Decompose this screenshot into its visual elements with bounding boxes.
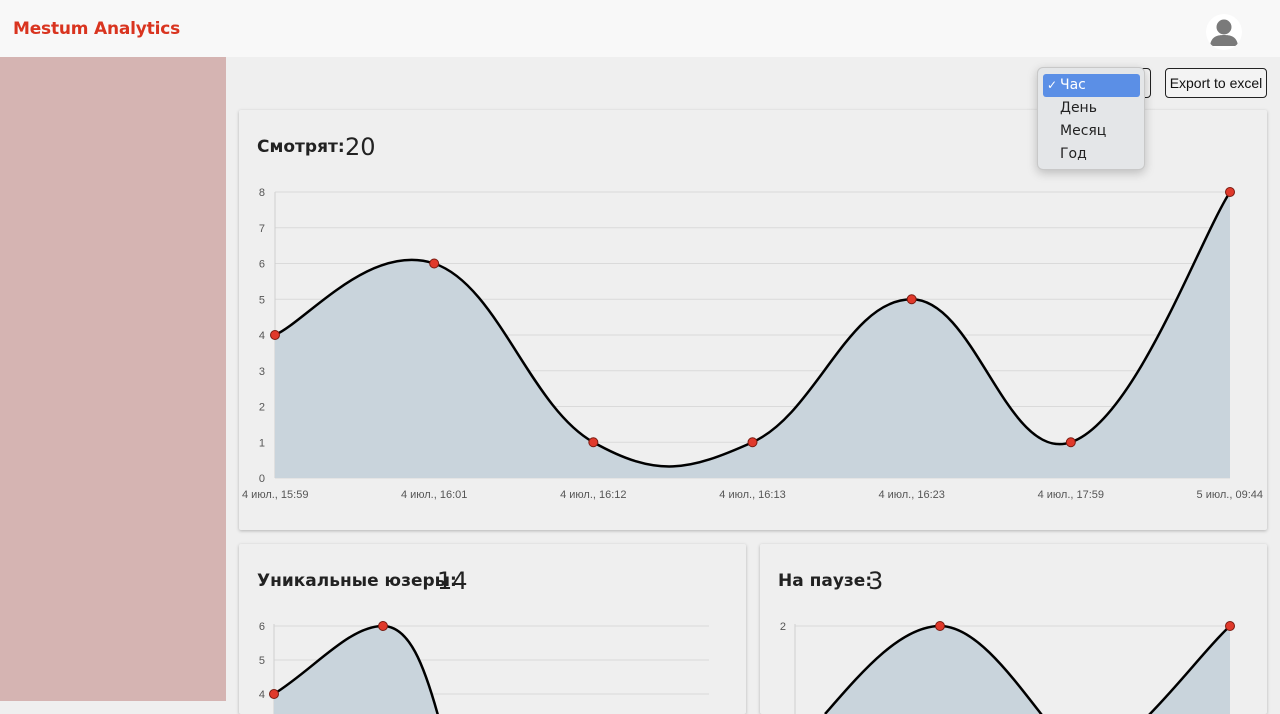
y-tick-label: 4: [259, 330, 265, 342]
y-tick-label: 5: [259, 655, 265, 667]
period-option-label: Год: [1060, 146, 1087, 162]
y-tick-label: 4: [259, 689, 265, 701]
data-point: [588, 437, 599, 448]
brand-logo[interactable]: Mestum Analytics: [13, 19, 180, 39]
period-option-hour[interactable]: ✓ Час: [1043, 74, 1140, 97]
data-point: [747, 437, 758, 448]
y-tick-label: 7: [259, 223, 265, 235]
export-excel-button[interactable]: Export to excel: [1165, 68, 1267, 98]
paused-card: На паузе: 3 2: [760, 544, 1267, 714]
checkmark-icon: ✓: [1047, 78, 1058, 92]
data-point: [269, 689, 279, 699]
period-option-month[interactable]: Месяц: [1043, 120, 1140, 143]
y-tick-label: 1: [259, 437, 265, 449]
paused-chart: 2: [780, 621, 1235, 714]
period-dropdown-menu: ✓ Час День Месяц Год: [1037, 67, 1145, 170]
watching-chart: 0 1 2 3 4 5 6 7 8 4 июл., 15:59 4 июл., 16:01 4 июл…: [242, 187, 1263, 501]
data-point: [935, 621, 945, 631]
top-bar: Mestum Analytics: [0, 0, 1280, 57]
y-tick-label: 8: [259, 187, 265, 199]
unique-users-card: Уникальные юзеры: 14 456: [239, 544, 746, 714]
y-tick-label: 6: [259, 621, 265, 633]
unique-users-chart: 4 5 6: [259, 621, 709, 714]
y-tick-label: 3: [259, 366, 265, 378]
data-point: [1065, 437, 1076, 448]
period-option-year[interactable]: Год: [1043, 143, 1140, 166]
data-point: [429, 258, 440, 269]
data-point: [1225, 621, 1235, 631]
data-point: [270, 330, 280, 340]
period-option-day[interactable]: День: [1043, 97, 1140, 120]
data-point: [906, 294, 917, 305]
data-point: [378, 621, 388, 631]
sidebar: [0, 57, 226, 701]
x-tick-label: 4 июл., 17:59: [1038, 489, 1104, 501]
y-tick-label: 6: [259, 259, 265, 271]
user-avatar-icon[interactable]: [1206, 14, 1242, 50]
x-tick-label: 4 июл., 15:59: [242, 489, 308, 501]
period-option-label: День: [1060, 100, 1097, 116]
user-silhouette-icon: [1210, 19, 1238, 46]
x-tick-label: 5 июл., 09:44: [1197, 489, 1263, 501]
y-tick-label: 5: [259, 294, 265, 306]
y-tick-label: 0: [259, 473, 265, 485]
watching-card: Смотрят: 20 0123456784 июл., 15:59 4 июл.…: [239, 110, 1267, 530]
data-point: [1225, 187, 1235, 197]
x-tick-label: 4 июл., 16:23: [878, 489, 944, 501]
period-option-label: Час: [1060, 77, 1086, 93]
y-tick-label: 2: [259, 402, 265, 414]
x-tick-label: 4 июл., 16:13: [719, 489, 785, 501]
x-tick-label: 4 июл., 16:12: [560, 489, 626, 501]
x-tick-label: 4 июл., 16:01: [401, 489, 467, 501]
period-option-label: Месяц: [1060, 123, 1107, 139]
y-tick-label: 2: [780, 621, 786, 633]
